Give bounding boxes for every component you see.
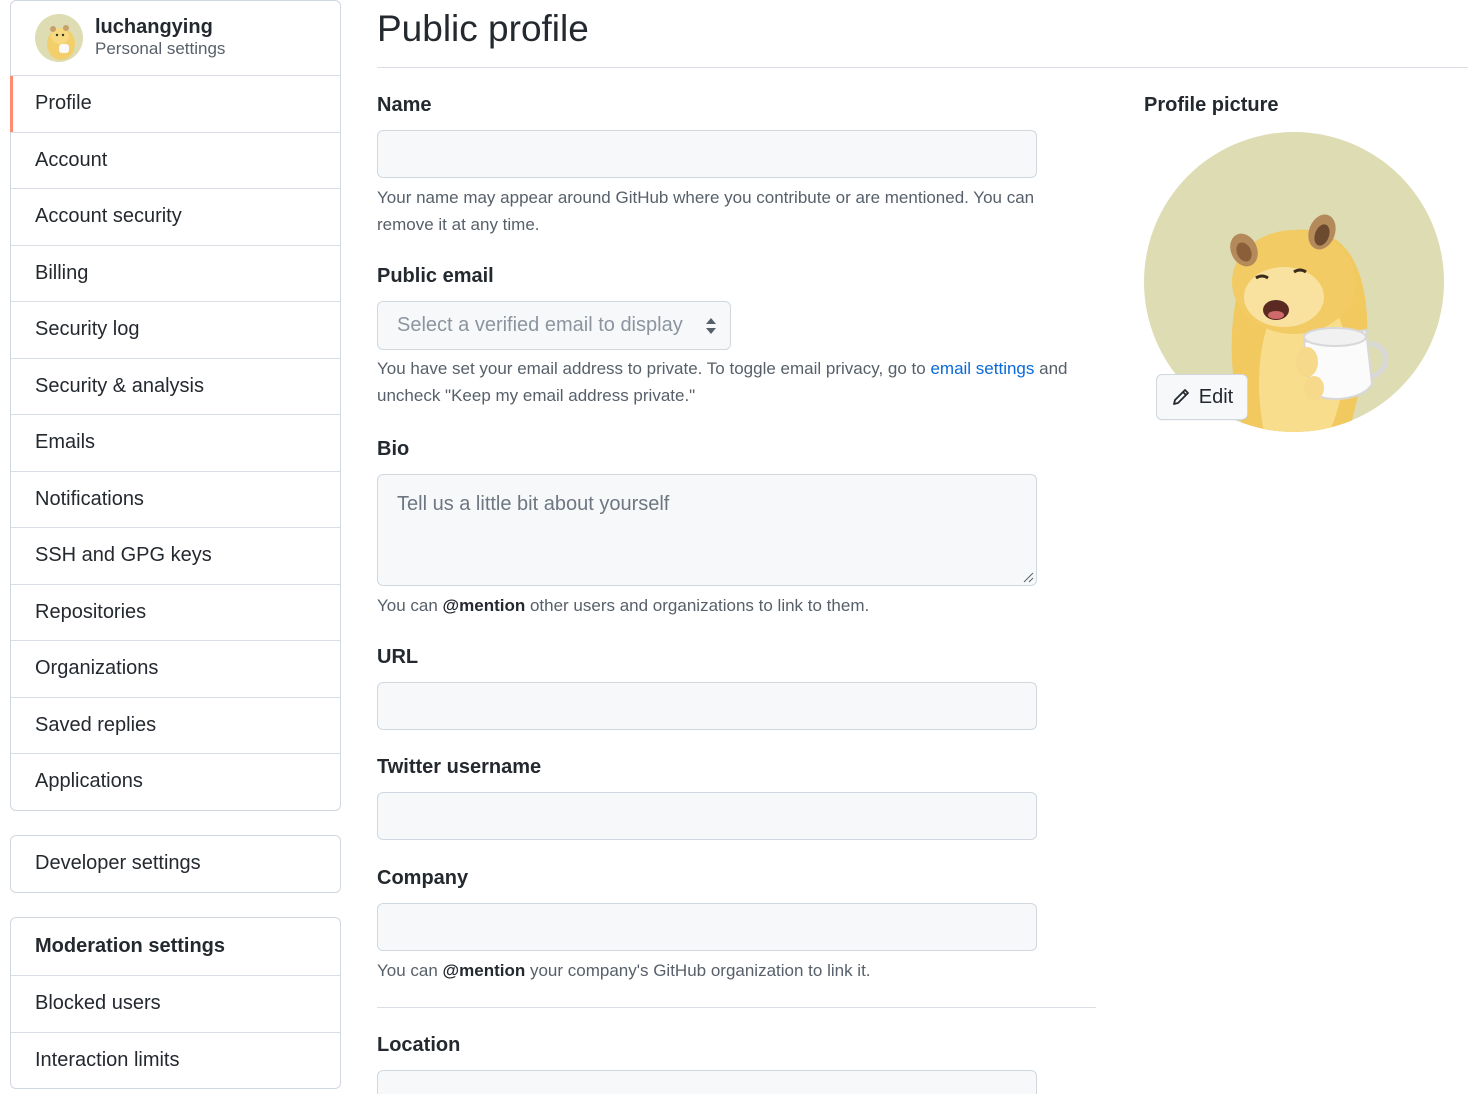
sidebar-item-billing[interactable]: Billing (11, 244, 340, 302)
sidebar-item-emails[interactable]: Emails (11, 414, 340, 471)
sidebar-item-profile[interactable]: Profile (10, 75, 340, 132)
sidebar-item-account[interactable]: Account (11, 131, 340, 189)
page-title: Public profile (377, 8, 589, 49)
personal-settings-subtitle: Personal settings (95, 39, 226, 58)
url-label: URL (377, 646, 419, 668)
avatar[interactable] (35, 14, 83, 62)
name-label: Name (377, 94, 432, 116)
company-label: Company (377, 867, 469, 889)
select-arrows-icon (706, 318, 716, 334)
pencil-icon (1172, 389, 1189, 405)
company-note-tail: your company's GitHub organization to li… (525, 961, 871, 980)
company-note: You can @mention your company's GitHub o… (377, 957, 1092, 984)
bio-note-tail: other users and organizations to link to… (525, 596, 870, 615)
public-email-selected-value: Select a verified email to display (397, 314, 683, 336)
company-note-text: You can (377, 961, 443, 980)
sidebar-item-security-analysis[interactable]: Security & analysis (11, 357, 340, 415)
mention-hint: @mention (442, 961, 526, 980)
username[interactable]: luchangying (95, 16, 225, 38)
sidebar-item-repositories[interactable]: Repositories (11, 583, 340, 641)
public-email-note-text: You have set your email address to priva… (377, 359, 931, 378)
sidebar-item-organizations[interactable]: Organizations (11, 640, 340, 697)
user-header: luchangying Personal settings (11, 1, 340, 75)
sidebar-item-applications[interactable]: Applications (11, 753, 340, 810)
bio-note: You can @mention other users and organiz… (377, 592, 1092, 619)
resize-grip-icon[interactable] (1022, 571, 1034, 583)
edit-profile-picture-button[interactable]: Edit (1156, 374, 1248, 420)
company-input[interactable] (377, 903, 1037, 951)
personal-settings-menu: luchangying Personal settings Profile Ac… (10, 0, 341, 811)
settings-sidebar: luchangying Personal settings Profile Ac… (10, 0, 341, 1089)
email-settings-link[interactable]: email settings (930, 359, 1034, 378)
bio-note-text: You can (377, 596, 443, 615)
sidebar-item-blocked-users[interactable]: Blocked users (11, 975, 340, 1032)
twitter-username-label: Twitter username (377, 756, 542, 778)
location-input[interactable] (377, 1070, 1037, 1094)
title-divider (377, 67, 1468, 68)
sidebar-item-interaction-limits[interactable]: Interaction limits (11, 1031, 340, 1089)
section-divider (377, 1007, 1096, 1008)
moderation-settings-title: Moderation settings (35, 935, 226, 957)
sidebar-item-saved-replies[interactable]: Saved replies (11, 696, 340, 754)
user-block: luchangying Personal settings (95, 16, 225, 60)
public-email-label: Public email (377, 265, 494, 287)
sidebar-item-notifications[interactable]: Notifications (11, 470, 340, 528)
bio-textarea[interactable]: Tell us a little bit about yourself (377, 474, 1037, 586)
public-email-select[interactable]: Select a verified email to display (377, 301, 731, 350)
moderation-settings-menu: Moderation settings Blocked users Intera… (10, 917, 341, 1089)
public-email-note: You have set your email address to priva… (377, 355, 1092, 409)
sidebar-item-security-log[interactable]: Security log (11, 301, 340, 358)
twitter-username-input[interactable] (377, 792, 1037, 840)
edit-button-label: Edit (1198, 385, 1234, 408)
bio-placeholder: Tell us a little bit about yourself (397, 493, 670, 515)
sidebar-item-ssh-gpg-keys[interactable]: SSH and GPG keys (11, 527, 340, 584)
sidebar-item-developer-settings[interactable]: Developer settings (11, 836, 340, 893)
bio-label: Bio (377, 438, 410, 460)
sidebar-item-account-security[interactable]: Account security (11, 188, 340, 245)
name-note: Your name may appear around GitHub where… (377, 188, 1035, 234)
hamster-avatar-icon (47, 25, 75, 60)
url-input[interactable] (377, 682, 1037, 730)
location-label: Location (377, 1034, 461, 1056)
profile-picture-label: Profile picture (1144, 94, 1279, 116)
name-input[interactable] (377, 130, 1037, 178)
mention-hint: @mention (442, 596, 526, 615)
developer-settings-menu: Developer settings (10, 834, 341, 893)
